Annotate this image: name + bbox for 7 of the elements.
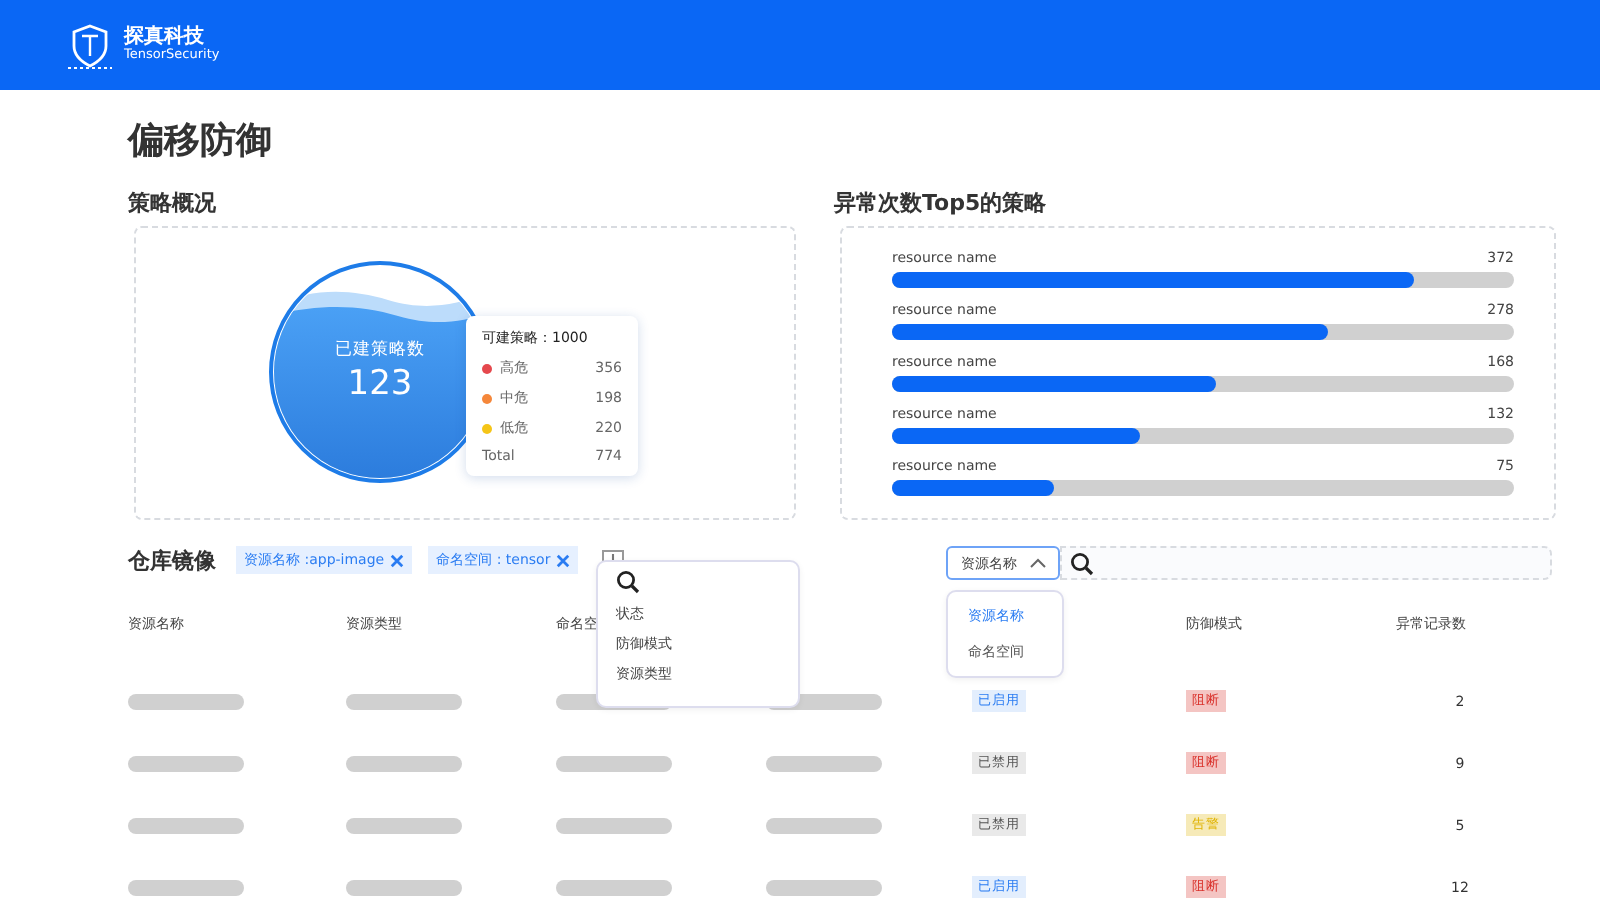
section-title: 异常次数Top5的策略 <box>834 188 1049 220</box>
gauge-label: 已建策略数 <box>333 338 427 362</box>
gauge-value: 123 <box>345 364 415 404</box>
section-title: 仓库镜像 <box>128 545 216 575</box>
page-title: 偏移防御 <box>128 118 274 166</box>
brand-name: 探真科技 <box>124 26 204 49</box>
section-title: 策略概况 <box>128 188 218 220</box>
